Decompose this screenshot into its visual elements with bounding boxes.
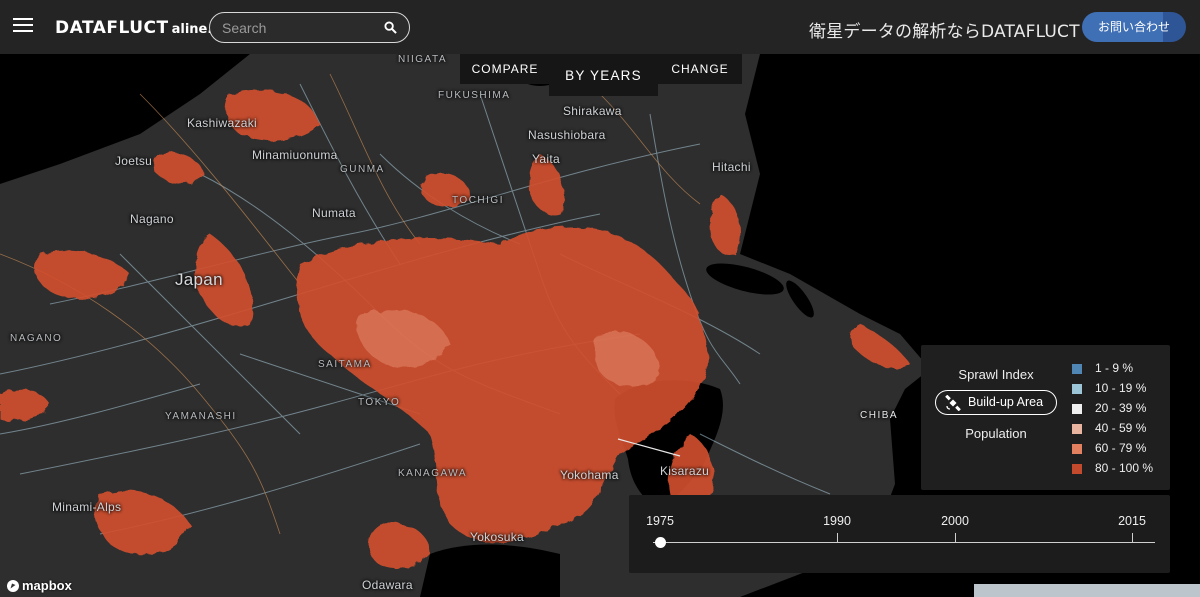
layer-population[interactable]: Population (921, 426, 1071, 441)
mapbox-icon (7, 579, 19, 592)
logo-sub-text: aline. (171, 22, 213, 37)
tab-change[interactable]: CHANGE (658, 54, 742, 84)
label-nasushiobara: Nasushiobara (528, 128, 606, 142)
label-gunma: GUNMA (340, 164, 385, 175)
legend-swatch (1072, 464, 1082, 474)
label-niigata: NIIGATA (398, 54, 448, 65)
legend-label: 80 - 100 % (1095, 461, 1154, 475)
top-header: DATAFLUCT aline. 衛星データの解析ならDATAFLUCT お問い… (0, 0, 1200, 54)
legend-label: 40 - 59 % (1095, 421, 1147, 435)
legend-panel: Sprawl Index Build-up Area Population 1 … (921, 345, 1170, 490)
legend-label: 1 - 9 % (1095, 361, 1134, 375)
label-joetsu: Joetsu (115, 154, 153, 168)
layer-sprawl-index[interactable]: Sprawl Index (921, 367, 1071, 382)
label-yamanashi: YAMANASHI (165, 411, 237, 422)
label-nagano-city: Nagano (130, 212, 174, 226)
legend-label: 60 - 79 % (1095, 441, 1147, 455)
year-timeline: 1975 1990 2000 2015 (629, 495, 1170, 573)
label-yokosuka: Yokosuka (470, 530, 524, 544)
label-kisarazu: Kisarazu (660, 464, 710, 478)
satellite-icon (945, 395, 961, 411)
timeline-track[interactable] (653, 542, 1155, 543)
label-kanagawa: KANAGAWA (398, 468, 468, 479)
layer-build-up-label: Build-up Area (968, 395, 1044, 409)
legend-swatch (1072, 444, 1082, 454)
tab-by-years[interactable]: BY YEARS (549, 54, 658, 96)
year-label-2000: 2000 (941, 514, 969, 528)
mode-tabs: COMPARE BY YEARS CHANGE (460, 54, 742, 96)
year-label-2015: 2015 (1118, 514, 1146, 528)
search-box[interactable] (209, 12, 410, 43)
label-fukushima: FUKUSHIMA (438, 90, 511, 101)
label-minami-alps: Minami-Alps (52, 500, 122, 514)
sagami-bay (420, 544, 560, 597)
search-input[interactable] (222, 18, 372, 38)
contact-button[interactable]: お問い合わせ (1082, 12, 1186, 42)
year-label-1975: 1975 (646, 514, 674, 528)
label-shirakawa: Shirakawa (563, 104, 622, 118)
mapbox-logo[interactable]: mapbox (6, 578, 72, 593)
label-tokyo: TOKYO (358, 397, 401, 408)
legend-label: 10 - 19 % (1095, 381, 1147, 395)
timeline-slider-handle[interactable] (654, 537, 666, 548)
label-tochigi: TOCHIGI (452, 195, 504, 206)
label-yokohama: Yokohama (560, 468, 619, 482)
dataf-logo[interactable]: DATAFLUCT aline. (55, 14, 212, 42)
year-label-1990: 1990 (823, 514, 851, 528)
header-tagline: 衛星データの解析ならDATAFLUCT (809, 22, 1080, 42)
legend-swatch (1072, 384, 1082, 394)
logo-main-text: DATAFLUCT (55, 18, 169, 38)
legend-swatch (1072, 404, 1082, 414)
legend-swatch (1072, 424, 1082, 434)
label-minamiuonuma: Minamiuonuma (252, 148, 338, 162)
label-yaita: Yaita (532, 152, 560, 166)
mapbox-label: mapbox (22, 578, 72, 593)
legend-label: 20 - 39 % (1095, 401, 1147, 415)
search-icon[interactable] (384, 21, 397, 34)
label-saitama: SAITAMA (318, 359, 372, 370)
label-odawara: Odawara (362, 578, 413, 592)
layer-build-up-area[interactable]: Build-up Area (935, 390, 1057, 415)
label-nagano-pref: NAGANO (10, 333, 63, 344)
map-attribution[interactable] (974, 584, 1200, 597)
label-japan: Japan (175, 270, 223, 289)
label-chiba: CHIBA (860, 410, 899, 421)
legend-swatch (1072, 364, 1082, 374)
hamburger-menu-icon[interactable] (13, 18, 33, 34)
label-kashiwazaki: Kashiwazaki (187, 116, 257, 130)
label-numata: Numata (312, 206, 356, 220)
label-hitachi: Hitachi (712, 160, 751, 174)
tab-compare[interactable]: COMPARE (460, 54, 550, 84)
